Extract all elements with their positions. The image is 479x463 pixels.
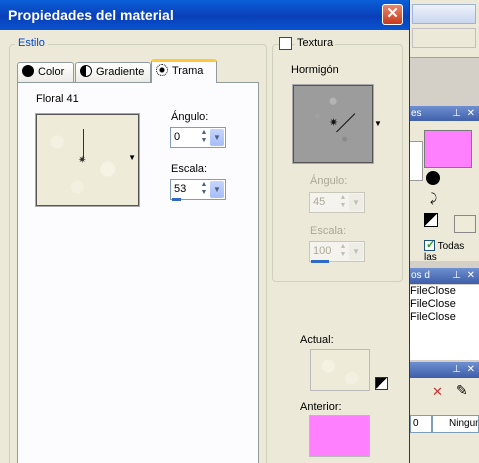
close-icon[interactable]: ✕	[467, 362, 475, 378]
angle-spinbox[interactable]: 0 ▲ ▼ ▼	[170, 127, 226, 148]
scale-spinbox[interactable]: 53 ▲ ▼ ▼	[170, 179, 226, 200]
pattern-preview[interactable]: ✷ ▼	[35, 113, 140, 207]
scale-value[interactable]: 53	[174, 183, 186, 195]
previous-material-swatch[interactable]	[309, 415, 370, 457]
layers-panel-header[interactable]: ⊥ ✕	[408, 362, 479, 378]
opacity-input[interactable]: 0	[410, 415, 432, 433]
angle-needle	[336, 113, 356, 133]
history-item[interactable]: FileClose	[408, 298, 479, 311]
style-group-label: Estilo	[15, 37, 48, 49]
spin-arrows-icon: ▲ ▼	[339, 194, 347, 209]
blend-mode-select[interactable]: Ningun	[432, 415, 479, 433]
panel-side-strip	[409, 141, 423, 181]
scale-slider-fill[interactable]	[172, 198, 181, 201]
close-icon[interactable]: ✕	[467, 106, 475, 122]
spin-arrows-icon[interactable]: ▲ ▼	[198, 129, 210, 146]
dropdown-arrow-icon[interactable]: ▼	[128, 153, 136, 162]
toolbar-strip[interactable]	[412, 28, 476, 48]
history-panel-header[interactable]: os d ⊥ ✕	[408, 268, 479, 284]
texture-name: Hormigón	[291, 64, 339, 76]
tab-color[interactable]: Color	[17, 62, 74, 82]
background-toolbar	[408, 0, 479, 58]
checkbox-checked-icon[interactable]	[424, 238, 435, 251]
dropdown-arrow-icon[interactable]: ▼	[374, 119, 382, 128]
texture-checkbox[interactable]	[279, 37, 292, 50]
brush-icon[interactable]: ✎	[456, 382, 468, 399]
chevron-down-icon[interactable]: ▼	[210, 181, 224, 198]
current-label: Actual:	[300, 334, 334, 346]
history-item[interactable]: FileClose	[408, 311, 479, 324]
texture-scale-value: 100	[313, 245, 332, 257]
dialog-title: Propiedades del material	[8, 7, 174, 23]
texture-angle-spinbox: 45 ▲ ▼ ▼	[309, 192, 365, 213]
texture-label: Textura	[295, 37, 336, 49]
spin-arrows-icon[interactable]: ▲ ▼	[198, 181, 210, 198]
delete-icon[interactable]: ✕	[432, 384, 443, 400]
pin-icon[interactable]: ⊥	[452, 268, 461, 284]
angle-value[interactable]: 0	[174, 131, 180, 143]
filled-circle-icon	[22, 65, 34, 77]
scale-label: Escala:	[171, 163, 208, 175]
close-button[interactable]: ✕	[382, 4, 403, 25]
texture-scale-spinbox: 100 ▲ ▼ ▼	[309, 241, 365, 262]
foreground-swatch[interactable]	[424, 130, 472, 168]
materials-panel-header[interactable]: es ⊥ ✕	[408, 106, 479, 122]
pin-icon[interactable]: ⊥	[452, 362, 461, 378]
angle-label: Ángulo:	[171, 111, 209, 123]
chevron-down-icon[interactable]: ▼	[210, 129, 224, 146]
previous-label: Anterior:	[300, 401, 342, 413]
center-marker-icon: ✷	[329, 117, 339, 129]
pattern-icon	[156, 64, 168, 76]
dialog-titlebar[interactable]: Propiedades del material ✕	[0, 0, 409, 30]
panel-title: es	[411, 108, 422, 119]
center-marker-icon: ✷	[78, 155, 87, 166]
texture-angle-value: 45	[313, 196, 326, 208]
texture-scale-slider-fill	[311, 260, 329, 263]
history-list: FileClose FileClose FileClose	[408, 285, 479, 360]
tab-pattern[interactable]: Trama	[151, 59, 217, 83]
texture-preview[interactable]: ✷	[292, 84, 374, 164]
panel-title: os d	[411, 270, 430, 281]
fill-swatch[interactable]	[454, 215, 476, 233]
toolbar-strip[interactable]	[412, 4, 476, 24]
swap-colors-icon[interactable]	[375, 377, 388, 390]
pin-icon[interactable]: ⊥	[452, 106, 461, 122]
chevron-down-icon: ▼	[349, 194, 363, 211]
current-material-swatch	[310, 349, 370, 391]
spin-arrows-icon: ▲ ▼	[339, 243, 347, 258]
all-tools-checkbox[interactable]: Todas las	[424, 238, 479, 263]
material-properties-dialog: Propiedades del material ✕ Estilo Color …	[0, 0, 410, 463]
swap-colors-icon[interactable]	[424, 213, 438, 227]
pattern-name: Floral 41	[36, 93, 79, 105]
color-mode-icon[interactable]	[426, 171, 440, 185]
texture-angle-label: Ángulo:	[310, 175, 348, 187]
history-item[interactable]: FileClose	[408, 285, 479, 298]
half-circle-icon	[80, 65, 92, 77]
close-icon[interactable]: ✕	[467, 268, 475, 284]
swap-arrows-icon[interactable]: ⤸	[430, 191, 437, 206]
tab-gradient[interactable]: Gradiente	[75, 62, 151, 82]
chevron-down-icon: ▼	[349, 243, 363, 260]
texture-scale-label: Escala:	[310, 225, 347, 237]
